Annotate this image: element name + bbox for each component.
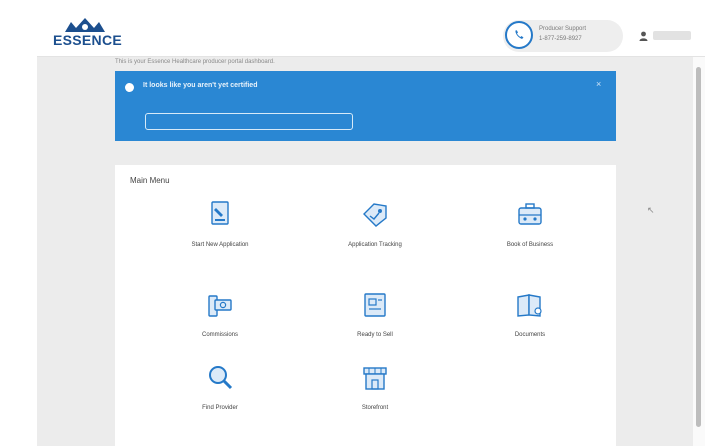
mouse-cursor-icon: ↖: [647, 205, 655, 215]
main-menu-title: Main Menu: [130, 176, 170, 185]
menu-item-application-tracking[interactable]: Application Tracking: [300, 198, 450, 262]
alert-action-button[interactable]: [145, 113, 353, 130]
menu-item-label: Storefront: [361, 405, 389, 411]
alert-title: It looks like you aren't yet certified: [143, 82, 258, 89]
menu-item-find-provider[interactable]: Find Provider: [145, 361, 295, 425]
money-icon: [208, 295, 232, 317]
tag-tracking-icon: [363, 203, 387, 227]
storefront-icon: [363, 367, 387, 390]
dashboard-content: This is your Essence Healthcare producer…: [37, 57, 693, 446]
menu-item-label: Documents: [514, 332, 546, 338]
menu-item-label: Application Tracking: [348, 242, 402, 248]
menu-item-start-new-application[interactable]: Start New Application: [145, 198, 295, 262]
logo-text: ESSENCE: [53, 32, 123, 48]
menu-item-label: Commissions: [201, 332, 238, 338]
menu-item-label: Book of Business: [506, 242, 554, 248]
app-window: ESSENCE Producer Support 1-877-259-8927 …: [37, 16, 705, 446]
menu-item-ready-to-sell[interactable]: Ready to Sell: [300, 288, 450, 352]
book-icon: [517, 294, 542, 317]
intro-text: This is your Essence Healthcare producer…: [115, 59, 275, 65]
menu-item-commissions[interactable]: Commissions: [145, 288, 295, 352]
menu-item-documents[interactable]: Documents: [455, 288, 605, 352]
menu-item-label: Ready to Sell: [357, 332, 393, 338]
briefcase-icon: [518, 203, 542, 225]
scrollbar-thumb[interactable]: [696, 67, 701, 427]
menu-item-storefront[interactable]: Storefront: [300, 361, 450, 425]
user-icon: [639, 31, 648, 41]
producer-support[interactable]: Producer Support 1-877-259-8927: [503, 20, 623, 52]
support-number[interactable]: 1-877-259-8927: [539, 36, 582, 42]
essence-logo[interactable]: ESSENCE: [53, 18, 123, 52]
user-name: [653, 31, 691, 40]
menu-item-label: Find Provider: [202, 405, 238, 411]
menu-item-label: Start New Application: [191, 242, 249, 248]
user-menu[interactable]: [639, 29, 699, 43]
magnifier-icon: [209, 366, 233, 390]
top-header: ESSENCE Producer Support 1-877-259-8927: [37, 16, 705, 57]
close-icon[interactable]: ×: [596, 79, 601, 89]
crest-icon: [65, 18, 105, 32]
document-pen-icon: [211, 201, 229, 225]
certificate-icon: [364, 293, 386, 317]
support-label: Producer Support: [539, 26, 587, 32]
alert-icon: [125, 83, 134, 92]
certification-alert: It looks like you aren't yet certified ×: [115, 71, 616, 141]
menu-item-book-of-business[interactable]: Book of Business: [455, 198, 605, 262]
phone-icon: [505, 21, 533, 49]
page-scrollbar[interactable]: [693, 57, 705, 446]
main-menu: Main Menu Start New Application Applicat…: [115, 165, 616, 446]
